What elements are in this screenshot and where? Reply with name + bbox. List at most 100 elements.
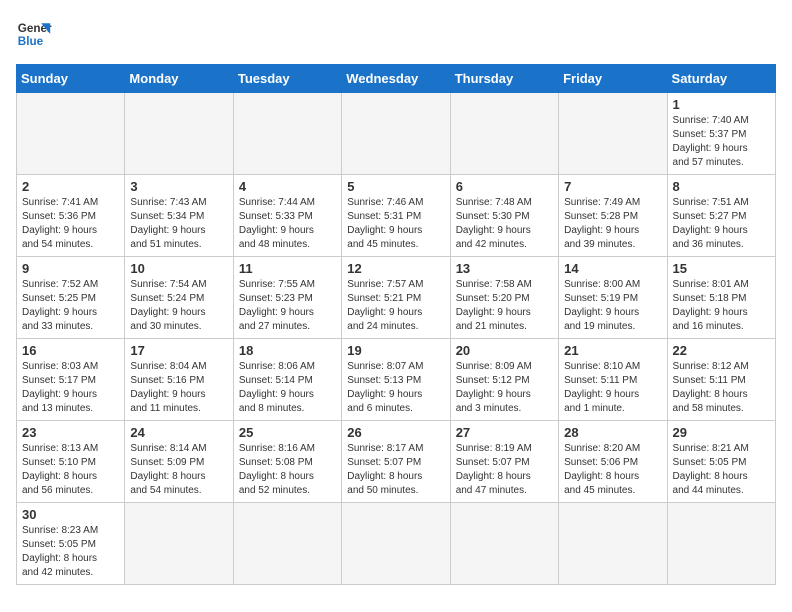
calendar-cell: 26 Sunrise: 8:17 AMSunset: 5:07 PMDayligh… <box>342 421 450 503</box>
day-info: Sunrise: 7:48 AMSunset: 5:30 PMDaylight:… <box>456 196 553 252</box>
day-info: Sunrise: 8:12 AMSunset: 5:11 PMDaylight:… <box>673 360 770 416</box>
day-number: 7 <box>564 179 661 194</box>
calendar-cell <box>559 503 667 585</box>
day-number: 15 <box>673 261 770 276</box>
day-info: Sunrise: 7:41 AMSunset: 5:36 PMDaylight:… <box>22 196 119 252</box>
day-number: 14 <box>564 261 661 276</box>
calendar-cell: 27Sunrise: 8:19 AMSunset: 5:07 PMDayligh… <box>450 421 558 503</box>
day-number: 20 <box>456 343 553 358</box>
day-info: Sunrise: 8:17 AMSunset: 5:07 PMDaylight:… <box>347 442 444 498</box>
calendar-cell: 25 Sunrise: 8:16 AMSunset: 5:08 PMDayligh… <box>233 421 341 503</box>
calendar-cell <box>17 93 125 175</box>
calendar-cell <box>342 503 450 585</box>
day-info: Sunrise: 8:01 AMSunset: 5:18 PMDaylight:… <box>673 278 770 334</box>
day-info: Sunrise: 7:52 AMSunset: 5:25 PMDaylight:… <box>22 278 119 334</box>
calendar-cell: 1 Sunrise: 7:40 AMSunset: 5:37 PMDaylight… <box>667 93 775 175</box>
calendar-cell: 16 Sunrise: 8:03 AMSunset: 5:17 PMDayligh… <box>17 339 125 421</box>
day-number: 23 <box>22 425 119 440</box>
day-info: Sunrise: 7:58 AMSunset: 5:20 PMDaylight:… <box>456 278 553 334</box>
weekday-header-friday: Friday <box>559 65 667 93</box>
day-number: 29 <box>673 425 770 440</box>
weekday-header-thursday: Thursday <box>450 65 558 93</box>
calendar-cell: 11Sunrise: 7:55 AMSunset: 5:23 PMDayligh… <box>233 257 341 339</box>
weekday-header-saturday: Saturday <box>667 65 775 93</box>
day-info: Sunrise: 7:55 AMSunset: 5:23 PMDaylight:… <box>239 278 336 334</box>
calendar-week-row: 30 Sunrise: 8:23 AMSunset: 5:05 PMDayligh… <box>17 503 776 585</box>
day-info: Sunrise: 8:04 AMSunset: 5:16 PMDaylight:… <box>130 360 227 416</box>
day-info: Sunrise: 8:16 AMSunset: 5:08 PMDaylight:… <box>239 442 336 498</box>
logo: General Blue <box>16 16 52 52</box>
calendar-cell: 5 Sunrise: 7:46 AMSunset: 5:31 PMDaylight… <box>342 175 450 257</box>
day-number: 22 <box>673 343 770 358</box>
calendar-cell <box>233 93 341 175</box>
day-info: Sunrise: 8:14 AMSunset: 5:09 PMDaylight:… <box>130 442 227 498</box>
day-info: Sunrise: 7:43 AMSunset: 5:34 PMDaylight:… <box>130 196 227 252</box>
day-number: 2 <box>22 179 119 194</box>
svg-text:Blue: Blue <box>18 35 44 48</box>
weekday-header-row: SundayMondayTuesdayWednesdayThursdayFrid… <box>17 65 776 93</box>
day-number: 1 <box>673 97 770 112</box>
day-number: 13 <box>456 261 553 276</box>
day-info: Sunrise: 8:20 AMSunset: 5:06 PMDaylight:… <box>564 442 661 498</box>
weekday-header-wednesday: Wednesday <box>342 65 450 93</box>
calendar-cell <box>667 503 775 585</box>
day-number: 30 <box>22 507 119 522</box>
day-number: 3 <box>130 179 227 194</box>
weekday-header-monday: Monday <box>125 65 233 93</box>
calendar-cell <box>450 93 558 175</box>
weekday-header-sunday: Sunday <box>17 65 125 93</box>
day-info: Sunrise: 7:44 AMSunset: 5:33 PMDaylight:… <box>239 196 336 252</box>
day-number: 26 <box>347 425 444 440</box>
calendar-cell <box>559 93 667 175</box>
day-info: Sunrise: 7:51 AMSunset: 5:27 PMDaylight:… <box>673 196 770 252</box>
calendar-week-row: 1 Sunrise: 7:40 AMSunset: 5:37 PMDaylight… <box>17 93 776 175</box>
day-number: 12 <box>347 261 444 276</box>
calendar-cell: 17 Sunrise: 8:04 AMSunset: 5:16 PMDayligh… <box>125 339 233 421</box>
day-info: Sunrise: 7:40 AMSunset: 5:37 PMDaylight:… <box>673 114 770 170</box>
calendar-cell: 22 Sunrise: 8:12 AMSunset: 5:11 PMDayligh… <box>667 339 775 421</box>
calendar-week-row: 23 Sunrise: 8:13 AMSunset: 5:10 PMDayligh… <box>17 421 776 503</box>
day-number: 5 <box>347 179 444 194</box>
calendar-week-row: 16 Sunrise: 8:03 AMSunset: 5:17 PMDayligh… <box>17 339 776 421</box>
header: General Blue <box>16 16 776 52</box>
day-number: 24 <box>130 425 227 440</box>
calendar-cell <box>125 503 233 585</box>
day-info: Sunrise: 8:07 AMSunset: 5:13 PMDaylight:… <box>347 360 444 416</box>
calendar-week-row: 9 Sunrise: 7:52 AMSunset: 5:25 PMDaylight… <box>17 257 776 339</box>
day-info: Sunrise: 7:46 AMSunset: 5:31 PMDaylight:… <box>347 196 444 252</box>
day-number: 21 <box>564 343 661 358</box>
calendar-cell: 20Sunrise: 8:09 AMSunset: 5:12 PMDayligh… <box>450 339 558 421</box>
day-number: 17 <box>130 343 227 358</box>
calendar-cell: 3 Sunrise: 7:43 AMSunset: 5:34 PMDaylight… <box>125 175 233 257</box>
day-info: Sunrise: 8:13 AMSunset: 5:10 PMDaylight:… <box>22 442 119 498</box>
day-number: 6 <box>456 179 553 194</box>
day-number: 18 <box>239 343 336 358</box>
day-number: 27 <box>456 425 553 440</box>
day-number: 19 <box>347 343 444 358</box>
calendar-week-row: 2 Sunrise: 7:41 AMSunset: 5:36 PMDaylight… <box>17 175 776 257</box>
day-info: Sunrise: 7:57 AMSunset: 5:21 PMDaylight:… <box>347 278 444 334</box>
calendar-cell <box>233 503 341 585</box>
calendar: SundayMondayTuesdayWednesdayThursdayFrid… <box>16 64 776 585</box>
day-info: Sunrise: 8:10 AMSunset: 5:11 PMDaylight:… <box>564 360 661 416</box>
day-info: Sunrise: 8:03 AMSunset: 5:17 PMDaylight:… <box>22 360 119 416</box>
logo-icon: General Blue <box>16 16 52 52</box>
day-number: 9 <box>22 261 119 276</box>
day-number: 16 <box>22 343 119 358</box>
calendar-cell: 13 Sunrise: 7:58 AMSunset: 5:20 PMDayligh… <box>450 257 558 339</box>
calendar-cell: 19 Sunrise: 8:07 AMSunset: 5:13 PMDayligh… <box>342 339 450 421</box>
calendar-cell: 10Sunrise: 7:54 AMSunset: 5:24 PMDayligh… <box>125 257 233 339</box>
day-number: 25 <box>239 425 336 440</box>
calendar-cell: 8Sunrise: 7:51 AMSunset: 5:27 PMDaylight… <box>667 175 775 257</box>
calendar-cell: 30 Sunrise: 8:23 AMSunset: 5:05 PMDayligh… <box>17 503 125 585</box>
calendar-cell: 6 Sunrise: 7:48 AMSunset: 5:30 PMDaylight… <box>450 175 558 257</box>
calendar-cell: 12 Sunrise: 7:57 AMSunset: 5:21 PMDayligh… <box>342 257 450 339</box>
calendar-cell: 21 Sunrise: 8:10 AMSunset: 5:11 PMDayligh… <box>559 339 667 421</box>
calendar-cell <box>342 93 450 175</box>
day-number: 28 <box>564 425 661 440</box>
calendar-cell: 14Sunrise: 8:00 AMSunset: 5:19 PMDayligh… <box>559 257 667 339</box>
calendar-cell: 4Sunrise: 7:44 AMSunset: 5:33 PMDaylight… <box>233 175 341 257</box>
day-info: Sunrise: 7:49 AMSunset: 5:28 PMDaylight:… <box>564 196 661 252</box>
day-info: Sunrise: 8:23 AMSunset: 5:05 PMDaylight:… <box>22 524 119 580</box>
day-number: 10 <box>130 261 227 276</box>
